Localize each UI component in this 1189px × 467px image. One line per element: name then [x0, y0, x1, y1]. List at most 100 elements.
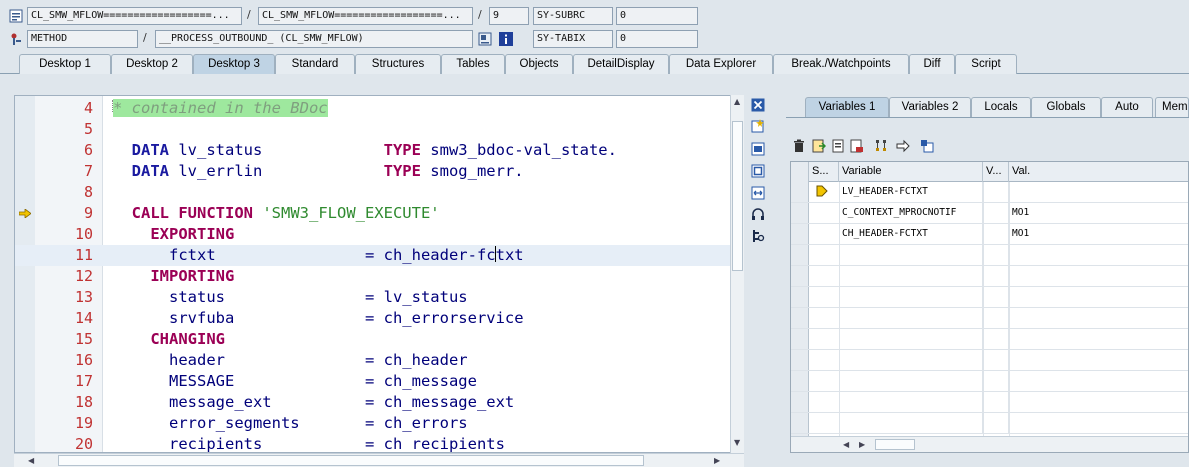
headphones-icon[interactable] [751, 207, 765, 221]
cell-v[interactable] [983, 224, 1009, 245]
table-row[interactable] [791, 329, 1188, 350]
code-line[interactable]: 7 DATA lv_errlin TYPE smog_merr. [15, 161, 731, 182]
code-line[interactable]: 14 srvfuba = ch_errorservice [15, 308, 731, 329]
column-header-value[interactable]: Val. [1009, 162, 1188, 182]
tab-detaildisplay[interactable]: DetailDisplay [573, 54, 669, 74]
scroll-left-icon[interactable]: ◀ [843, 440, 849, 450]
table-row[interactable]: LV_HEADER-FCTXT [791, 182, 1188, 203]
cell-value[interactable] [1009, 371, 1188, 392]
cell-value[interactable] [1009, 413, 1188, 434]
cell-value[interactable] [1009, 245, 1188, 266]
code-line[interactable]: 19 error_segments = ch_errors [15, 413, 731, 434]
tab-tables[interactable]: Tables [441, 54, 505, 74]
scroll-down-icon[interactable]: ▼ [734, 438, 740, 448]
cell-value[interactable] [1009, 308, 1188, 329]
table-row[interactable]: CH_HEADER-FCTXT MO1 [791, 224, 1188, 245]
code-line[interactable]: 9 CALL FUNCTION 'SMW3_FLOW_EXECUTE' [15, 203, 731, 224]
table-row[interactable] [791, 350, 1188, 371]
code-line[interactable]: 20 recipients = ch_recipients [15, 434, 731, 452]
navigate-icon[interactable] [896, 139, 910, 153]
delete-icon[interactable] [792, 139, 806, 153]
cell-variable[interactable] [839, 245, 983, 266]
code-line[interactable]: 6 DATA lv_status TYPE smw3_bdoc-val_stat… [15, 140, 731, 161]
cell-variable[interactable] [839, 371, 983, 392]
code-line[interactable]: 18 message_ext = ch_message_ext [15, 392, 731, 413]
event-name-field[interactable]: __PROCESS_OUTBOUND_ (CL_SMW_MFLOW) [155, 30, 473, 48]
include-field[interactable]: CL_SMW_MFLOW==================... [258, 7, 473, 25]
cell-variable[interactable] [839, 329, 983, 350]
cell-value[interactable] [1009, 329, 1188, 350]
table-row[interactable] [791, 371, 1188, 392]
cell-v[interactable] [983, 392, 1009, 413]
scrollbar-thumb[interactable] [875, 439, 915, 450]
column-header-status[interactable]: S... [809, 162, 839, 182]
cell-value[interactable] [1009, 182, 1188, 203]
tab-structures[interactable]: Structures [355, 54, 441, 74]
cell-value[interactable] [1009, 392, 1188, 413]
code-line[interactable]: 11 fctxt = ch_header-fctxt [15, 245, 731, 266]
tab-variables-2[interactable]: Variables 2 [889, 97, 971, 117]
cell-v[interactable] [983, 287, 1009, 308]
cell-v[interactable] [983, 413, 1009, 434]
sysfield-value-tabix[interactable]: 0 [616, 30, 698, 48]
table-row[interactable] [791, 413, 1188, 434]
cell-v[interactable] [983, 371, 1009, 392]
tab-standard[interactable]: Standard [275, 54, 355, 74]
cell-value[interactable] [1009, 350, 1188, 371]
tab-locals[interactable]: Locals [971, 97, 1031, 117]
event-type-field[interactable]: METHOD [27, 30, 138, 48]
sysfield-label-tabix[interactable]: SY-TABIX [533, 30, 613, 48]
code-line[interactable]: 10 EXPORTING [15, 224, 731, 245]
table-row[interactable] [791, 245, 1188, 266]
cell-variable[interactable]: C_CONTEXT_MPROCNOTIF [839, 203, 983, 224]
table-row[interactable] [791, 287, 1188, 308]
cell-variable[interactable] [839, 266, 983, 287]
scroll-up-icon[interactable]: ▲ [734, 97, 740, 107]
cell-value[interactable]: MO1 [1009, 203, 1188, 224]
info-icon[interactable] [499, 32, 513, 46]
tab-desktop-3[interactable]: Desktop 3 [193, 54, 275, 74]
cell-v[interactable] [983, 329, 1009, 350]
scroll-right-icon[interactable]: ▶ [714, 456, 720, 466]
table-row[interactable]: C_CONTEXT_MPROCNOTIF MO1 [791, 203, 1188, 224]
close-icon[interactable] [751, 98, 765, 112]
cell-variable[interactable]: CH_HEADER-FCTXT [839, 224, 983, 245]
editor-horizontal-scrollbar[interactable]: ◀ ▶ [14, 453, 744, 467]
tab-data-explorer[interactable]: Data Explorer [669, 54, 773, 74]
tab-break-watchpoints[interactable]: Break./Watchpoints [773, 54, 909, 74]
code-line[interactable]: 16 header = ch_header [15, 350, 731, 371]
tab-desktop-1[interactable]: Desktop 1 [19, 54, 111, 74]
code-line[interactable]: 15 CHANGING [15, 329, 731, 350]
sysfield-label-subrc[interactable]: SY-SUBRC [533, 7, 613, 25]
table-horizontal-scrollbar[interactable]: ◀ ▶ [791, 436, 1188, 452]
code-line[interactable]: 5 [15, 119, 731, 140]
tab-script[interactable]: Script [955, 54, 1017, 74]
column-header-v[interactable]: V... [983, 162, 1009, 182]
code-line[interactable]: 17 MESSAGE = ch_message [15, 371, 731, 392]
cell-variable[interactable] [839, 287, 983, 308]
settings-icon[interactable] [751, 229, 765, 243]
cell-variable[interactable] [839, 413, 983, 434]
editor-vertical-scrollbar[interactable]: ▲ ▼ [730, 95, 744, 453]
scrollbar-thumb[interactable] [732, 121, 743, 271]
code-line[interactable]: 4 * contained in the BDoc [15, 98, 731, 119]
cell-variable[interactable] [839, 392, 983, 413]
scroll-left-icon[interactable]: ◀ [28, 456, 34, 466]
tab-auto[interactable]: Auto [1101, 97, 1153, 117]
tab-diff[interactable]: Diff [909, 54, 955, 74]
cell-value[interactable]: MO1 [1009, 224, 1188, 245]
maximize-icon[interactable] [751, 164, 765, 178]
cell-variable[interactable] [839, 308, 983, 329]
scrollbar-thumb[interactable] [58, 455, 644, 466]
line-field[interactable]: 9 [489, 7, 529, 25]
save-icon[interactable] [850, 139, 864, 153]
hierarchy-icon[interactable] [874, 139, 888, 153]
tools-icon[interactable] [751, 142, 765, 156]
cell-variable[interactable] [839, 350, 983, 371]
source-editor[interactable]: 4 * contained in the BDoc 5 6 DATA lv_statu… [14, 95, 744, 453]
code-line[interactable]: 12 IMPORTING [15, 266, 731, 287]
table-row[interactable] [791, 308, 1188, 329]
cell-v[interactable] [983, 203, 1009, 224]
program-field[interactable]: CL_SMW_MFLOW==================... [27, 7, 242, 25]
tab-mem[interactable]: Mem [1155, 97, 1189, 117]
